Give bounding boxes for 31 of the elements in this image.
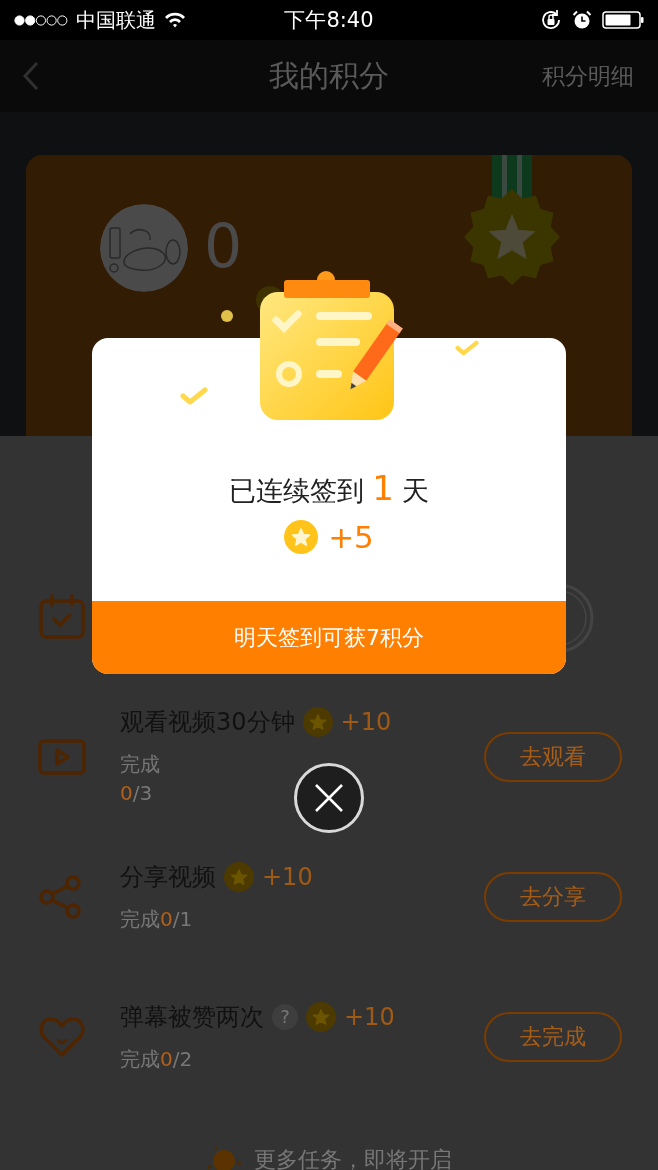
calendar-icon — [38, 593, 86, 641]
signal-icon — [14, 14, 68, 26]
coin-icon — [284, 520, 319, 554]
close-icon — [314, 783, 344, 813]
task-button[interactable]: 去观看 — [484, 732, 622, 782]
reward-points: +5 — [328, 519, 374, 555]
task-button[interactable]: 去完成 — [484, 1012, 622, 1062]
points-value: 0 — [204, 216, 243, 276]
page-title: 我的积分 — [269, 56, 389, 95]
reward-points: +10 — [262, 862, 313, 891]
reward-points: +10 — [340, 708, 392, 736]
streak-message: 已连续签到 1 天 — [229, 468, 429, 509]
coin-icon — [306, 1001, 336, 1032]
points-detail-link[interactable]: 积分明细 — [542, 60, 634, 92]
dot-icon — [220, 309, 234, 323]
more-tasks-text: 更多任务，即将开启 — [254, 1146, 452, 1170]
lightbulb-icon — [206, 1145, 242, 1170]
reward-points: +10 — [344, 1002, 395, 1031]
coin-icon — [302, 707, 333, 737]
check-icon — [180, 386, 208, 406]
clock-time: 下午8:40 — [283, 7, 375, 34]
alarm-icon — [572, 10, 592, 30]
battery-icon — [602, 11, 644, 29]
rotation-lock-icon — [540, 9, 562, 31]
carrier-name: 中国联通 — [76, 6, 156, 34]
coin-icon — [224, 861, 254, 892]
task-button[interactable]: 去分享 — [484, 872, 622, 922]
wifi-icon — [164, 12, 186, 28]
check-icon — [455, 339, 479, 357]
help-icon[interactable]: ? — [272, 1003, 298, 1030]
tomorrow-reward-button[interactable]: 明天签到可获7积分 — [92, 601, 566, 674]
